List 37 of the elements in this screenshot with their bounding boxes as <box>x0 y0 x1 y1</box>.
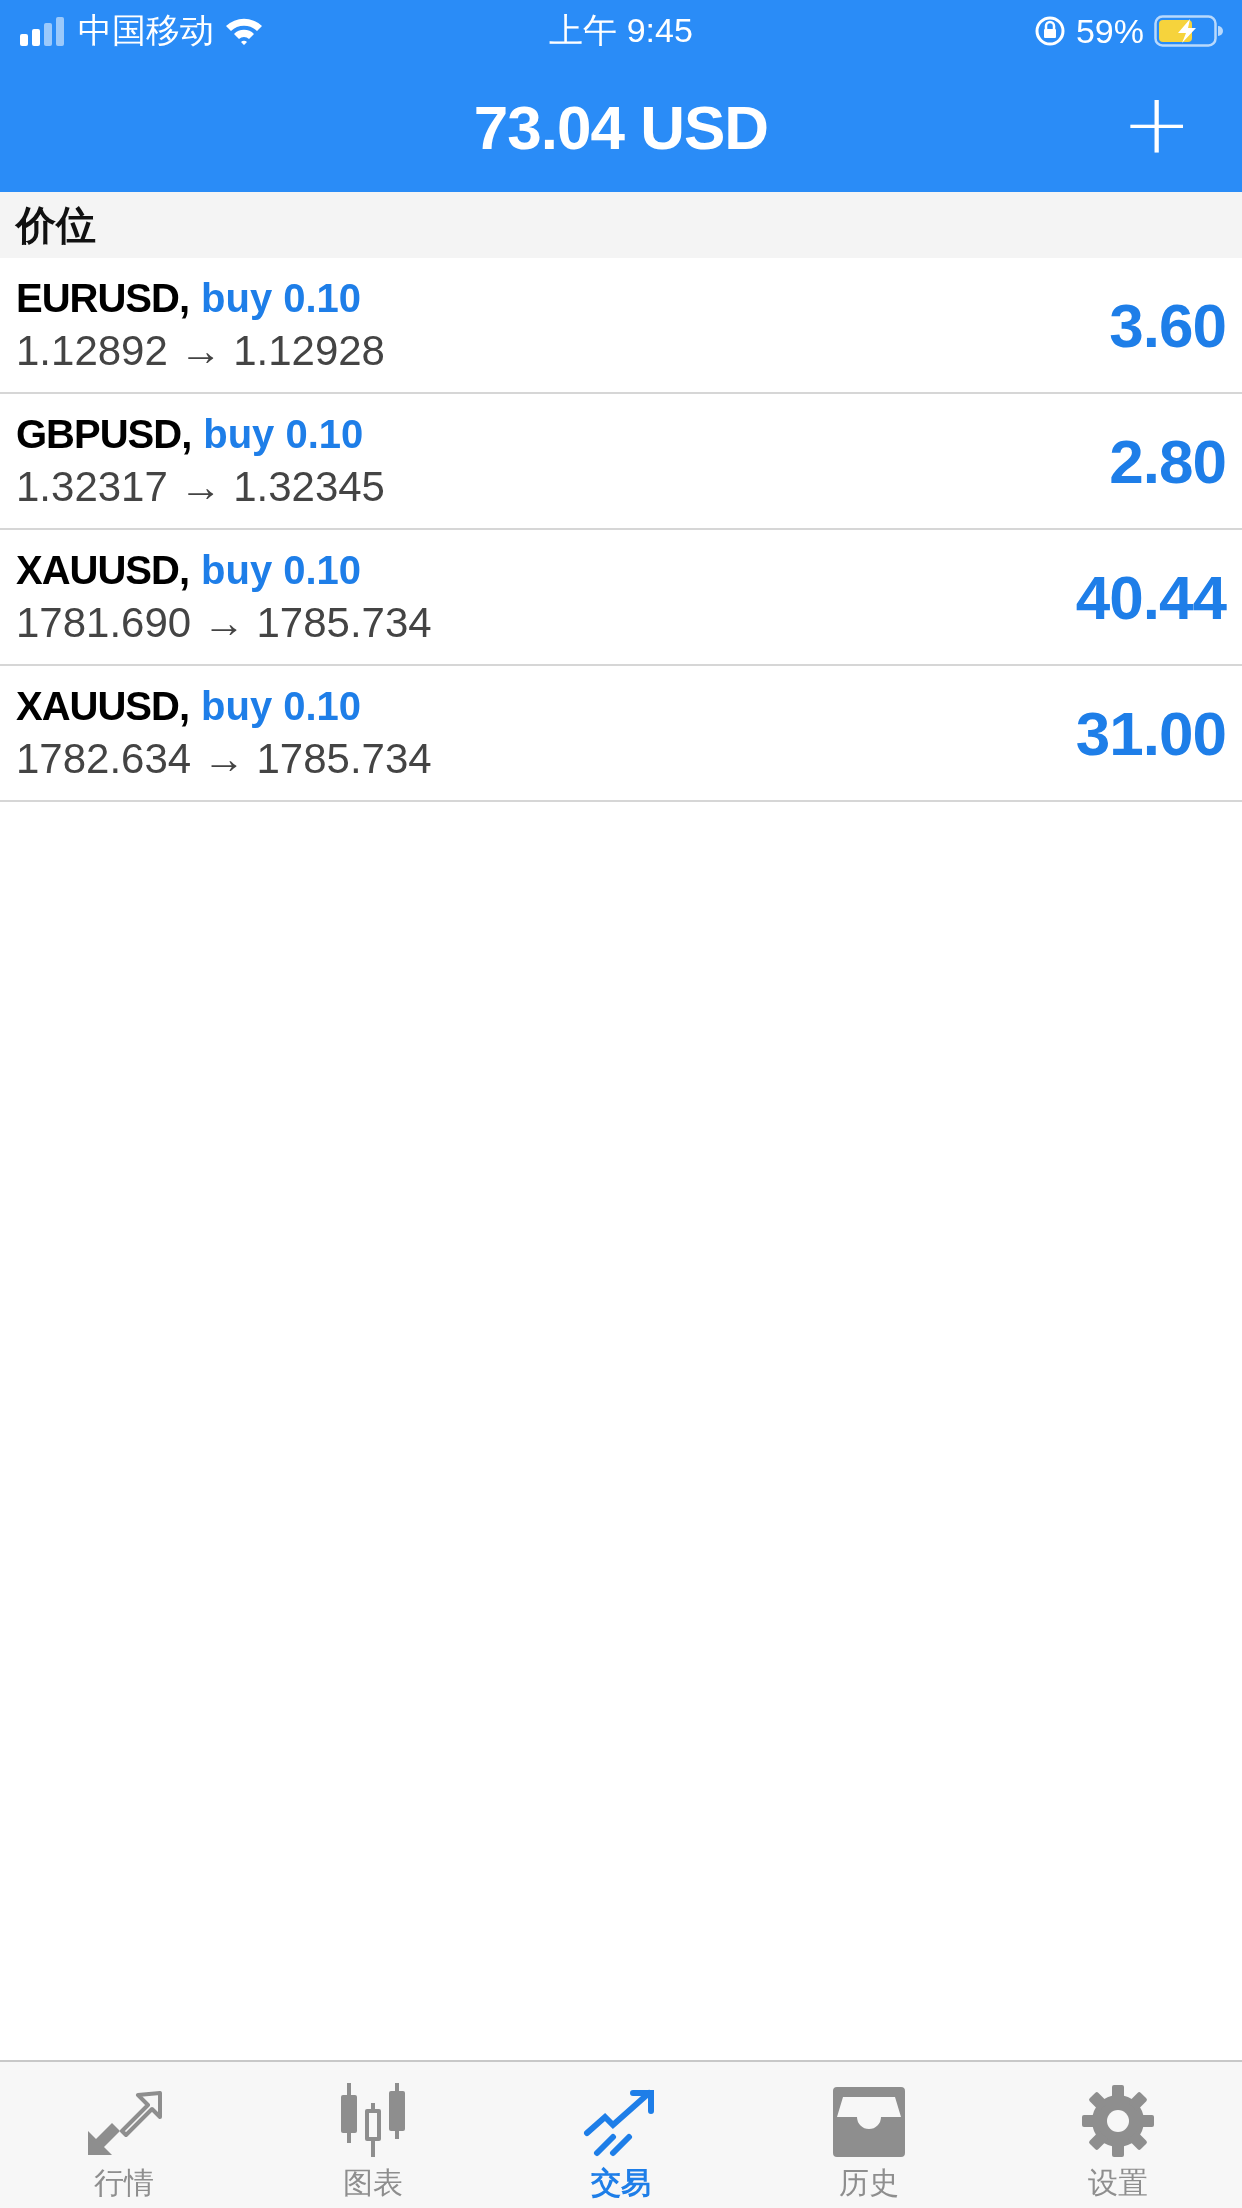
position-row[interactable]: XAUUSD, buy 0.10 1782.634 → 1785.734 31.00 <box>0 666 1242 802</box>
price-range: 1.32317 → 1.32345 <box>16 462 385 511</box>
price-range: 1782.634 → 1785.734 <box>16 734 432 783</box>
profit-value: 3.60 <box>1109 289 1226 361</box>
tab-item[interactable]: 图表 <box>248 2062 497 2208</box>
add-button[interactable]: + <box>1111 82 1202 166</box>
order-label: buy 0.10 <box>201 683 362 729</box>
profit-value: 2.80 <box>1109 425 1226 497</box>
clock-time: 上午 9:45 <box>549 10 693 51</box>
profit-value: 40.44 <box>1075 561 1226 633</box>
position-row[interactable]: GBPUSD, buy 0.10 1.32317 → 1.32345 2.80 <box>0 394 1242 530</box>
symbol-label: GBPUSD, <box>16 411 192 457</box>
tab-item[interactable]: 交易 <box>496 2062 746 2208</box>
symbol-label: XAUUSD, <box>16 683 190 729</box>
carrier-name: 中国移动 <box>78 10 214 51</box>
tab-item[interactable]: 历史 <box>745 2062 994 2208</box>
order-label: buy 0.10 <box>203 411 364 457</box>
section-title: 价位 <box>16 201 96 249</box>
balance-title: 73.04 USD <box>473 91 769 163</box>
order-label: buy 0.10 <box>201 275 362 321</box>
symbol-label: XAUUSD, <box>16 547 190 593</box>
tab-item[interactable]: 设置 <box>993 2062 1242 2208</box>
profit-value: 31.00 <box>1075 697 1226 769</box>
inbox-icon <box>831 2087 908 2157</box>
wifi-icon <box>224 16 264 46</box>
arrows-icon <box>86 2091 163 2157</box>
tab-item[interactable]: 行情 <box>0 2062 249 2208</box>
settings-icon <box>1081 2085 1154 2157</box>
order-label: buy 0.10 <box>201 547 362 593</box>
position-row[interactable]: XAUUSD, buy 0.10 1781.690 → 1785.734 40.44 <box>0 530 1242 666</box>
price-range: 1.12892 → 1.12928 <box>16 326 385 375</box>
battery-icon <box>1154 15 1224 47</box>
symbol-label: EURUSD, <box>16 275 190 321</box>
battery-percent: 59% <box>1075 11 1144 51</box>
price-range: 1781.690 → 1785.734 <box>16 598 432 647</box>
position-row[interactable]: EURUSD, buy 0.10 1.12892 → 1.12928 3.60 <box>0 258 1242 394</box>
rotation-lock-icon <box>1033 15 1066 47</box>
